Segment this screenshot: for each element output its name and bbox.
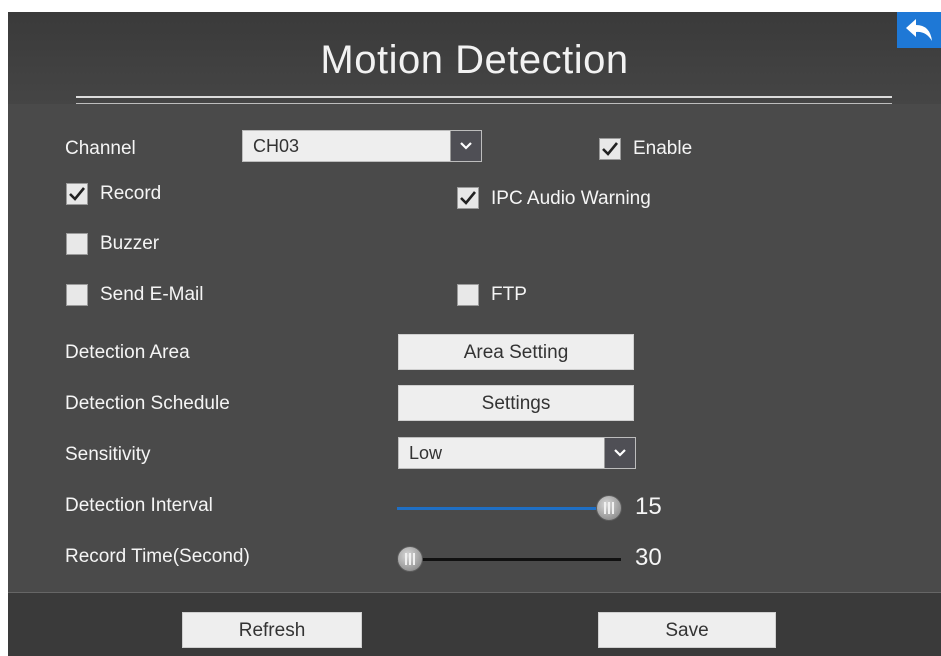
channel-label: Channel bbox=[65, 138, 136, 159]
sensitivity-value: Low bbox=[409, 443, 443, 463]
enable-checkbox[interactable] bbox=[599, 138, 621, 160]
footer: Refresh Save bbox=[8, 592, 941, 656]
sensitivity-select[interactable]: Low bbox=[398, 437, 636, 469]
area-setting-button[interactable]: Area Setting bbox=[398, 334, 634, 370]
buzzer-checkbox[interactable] bbox=[66, 233, 88, 255]
ipc-audio-warning-label: IPC Audio Warning bbox=[491, 188, 651, 209]
record-time-value: 30 bbox=[635, 544, 662, 571]
checkmark-icon bbox=[602, 142, 619, 156]
detection-area-label: Detection Area bbox=[65, 342, 190, 363]
checkmark-icon bbox=[69, 187, 86, 201]
chevron-down-icon bbox=[614, 449, 626, 457]
back-arrow-icon bbox=[906, 19, 932, 41]
motion-detection-panel: Motion Detection Channel CH03 Enable Rec… bbox=[8, 12, 941, 656]
refresh-button[interactable]: Refresh bbox=[182, 612, 362, 648]
record-time-slider-handle[interactable] bbox=[397, 546, 423, 572]
header-divider bbox=[76, 96, 892, 104]
back-button[interactable] bbox=[897, 12, 941, 48]
record-time-track[interactable] bbox=[397, 558, 621, 561]
ftp-label: FTP bbox=[491, 284, 527, 305]
header: Motion Detection bbox=[8, 12, 941, 104]
send-email-label: Send E-Mail bbox=[100, 284, 204, 305]
send-email-checkbox[interactable] bbox=[66, 284, 88, 306]
detection-interval-track[interactable] bbox=[397, 507, 609, 510]
detection-interval-slider-handle[interactable] bbox=[596, 495, 622, 521]
sensitivity-label: Sensitivity bbox=[65, 444, 151, 465]
channel-value: CH03 bbox=[253, 136, 300, 156]
ftp-checkbox[interactable] bbox=[457, 284, 479, 306]
sensitivity-dropdown-button[interactable] bbox=[604, 438, 635, 468]
page-title: Motion Detection bbox=[320, 38, 629, 82]
detection-interval-label: Detection Interval bbox=[65, 495, 213, 516]
ipc-audio-warning-checkbox[interactable] bbox=[457, 187, 479, 209]
chevron-down-icon bbox=[460, 142, 472, 150]
record-checkbox[interactable] bbox=[66, 183, 88, 205]
record-label: Record bbox=[100, 183, 162, 204]
checkmark-icon bbox=[460, 191, 477, 205]
channel-dropdown-button[interactable] bbox=[450, 131, 481, 161]
buzzer-label: Buzzer bbox=[100, 233, 160, 254]
detection-schedule-label: Detection Schedule bbox=[65, 393, 230, 414]
enable-label: Enable bbox=[633, 138, 693, 159]
record-time-label: Record Time(Second) bbox=[65, 546, 250, 567]
detection-interval-value: 15 bbox=[635, 493, 662, 520]
channel-select[interactable]: CH03 bbox=[242, 130, 482, 162]
schedule-settings-button[interactable]: Settings bbox=[398, 385, 634, 421]
save-button[interactable]: Save bbox=[598, 612, 776, 648]
